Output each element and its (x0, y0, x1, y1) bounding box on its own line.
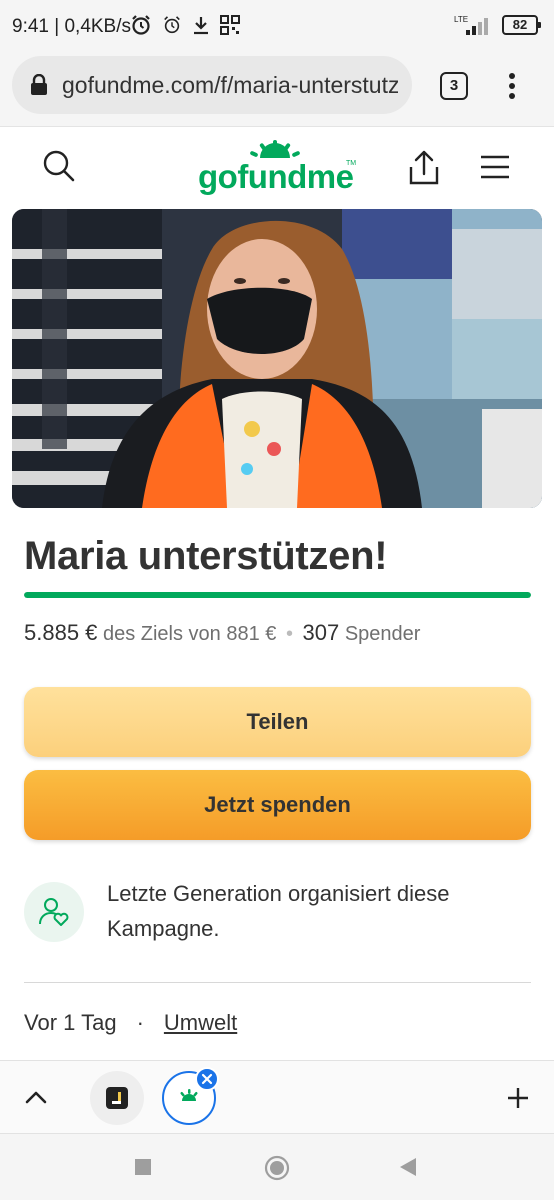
donation-progress-bar (24, 592, 531, 598)
organizer-avatar (24, 882, 84, 942)
system-nav-bar (0, 1134, 554, 1200)
alarm-clock-icon (132, 15, 150, 35)
url-text[interactable]: gofundme.com/f/maria-unterstutzen (62, 72, 398, 99)
recents-square-icon[interactable] (134, 1158, 152, 1176)
donate-button[interactable]: Jetzt spenden (24, 770, 531, 840)
section-divider (24, 982, 531, 983)
back-triangle-icon[interactable] (399, 1157, 417, 1177)
tab-switcher-button[interactable]: 3 (440, 72, 468, 100)
alarm-icon (164, 16, 180, 34)
organizer-heart-user-icon (39, 898, 69, 926)
status-icons-right: LTE 82 (452, 14, 541, 36)
logo-trademark: TM (346, 160, 357, 167)
stats-separator: • (285, 623, 293, 645)
donation-stats: 5.885 € des Ziels von 881 € • 307 Spende… (24, 620, 420, 646)
campaign-photo (12, 209, 542, 508)
close-tab-button[interactable] (195, 1067, 219, 1091)
tab-favicon-icon (106, 1087, 128, 1109)
category-link[interactable]: Umwelt (164, 1010, 237, 1035)
campaign-title: Maria unterstützen! (24, 534, 388, 578)
menu-dot (509, 93, 515, 99)
progress-fill (24, 592, 531, 598)
chevron-up-icon[interactable] (24, 1089, 48, 1105)
amount-raised: 5.885 € (24, 620, 98, 645)
battery-icon: 82 (502, 15, 541, 35)
new-tab-plus-icon[interactable] (507, 1087, 529, 1109)
hamburger-menu-icon[interactable] (479, 154, 511, 180)
network-type: LTE (454, 15, 468, 24)
menu-dot (509, 73, 515, 79)
donor-label: Spender (344, 623, 421, 645)
goal-text: des Ziels von 881 € (102, 623, 277, 645)
tab-thumbnail[interactable] (90, 1071, 144, 1125)
menu-dot (509, 83, 515, 89)
signal-lte-icon: LTE (454, 15, 488, 35)
campaign-meta: Vor 1 Tag · Umwelt (24, 1010, 237, 1036)
share-upload-icon[interactable] (407, 149, 441, 187)
qr-code-icon (220, 15, 240, 35)
browser-tab-bar (0, 1060, 554, 1134)
home-circle-icon[interactable] (264, 1155, 290, 1181)
gofundme-logo[interactable]: gofundme TM (198, 140, 358, 196)
close-icon[interactable] (201, 1073, 213, 1085)
browser-toolbar: gofundme.com/f/maria-unterstutzen 3 (0, 52, 554, 126)
lock-icon[interactable] (30, 74, 48, 96)
status-bar: 9:41 | 0,4KB/s LTE 82 (0, 0, 554, 52)
status-time: 9:41 | 0,4KB/s (12, 16, 132, 37)
url-bar[interactable]: gofundme.com/f/maria-unterstutzen (12, 56, 412, 114)
donor-count: 307 (302, 620, 340, 645)
created-date: Vor 1 Tag (24, 1010, 117, 1035)
status-icons-left (130, 14, 240, 36)
share-button[interactable]: Teilen (24, 687, 531, 757)
logo-text: gofundme (198, 158, 354, 195)
browser-menu-button[interactable] (498, 70, 526, 102)
gofundme-favicon-icon (180, 1089, 198, 1101)
download-icon (194, 17, 208, 35)
search-icon[interactable] (42, 149, 76, 183)
organizer-text: Letzte Generation organisiert diese Kamp… (107, 881, 450, 941)
campaign-hero-image[interactable] (12, 209, 542, 508)
meta-separator: · (136, 1010, 144, 1035)
